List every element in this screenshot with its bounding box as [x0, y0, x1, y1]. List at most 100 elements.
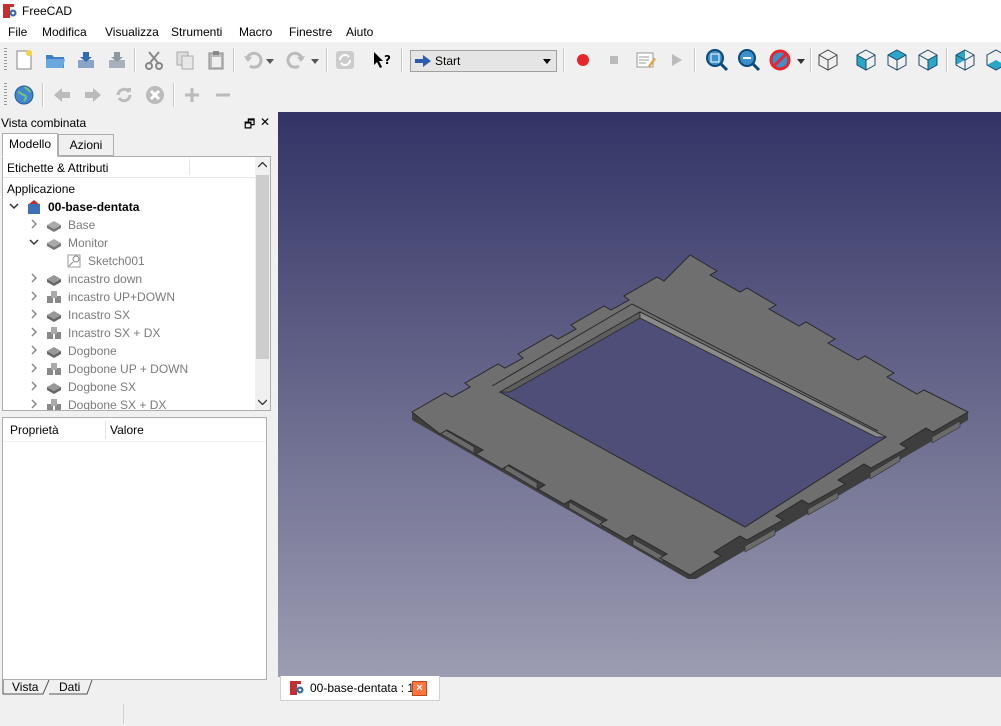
fit-all-button[interactable] [705, 48, 729, 72]
open-button[interactable] [43, 48, 67, 72]
web-stop-button[interactable] [143, 83, 167, 107]
web-back-button[interactable] [50, 83, 74, 107]
macro-run-button[interactable] [664, 48, 688, 72]
undo-button[interactable] [241, 48, 265, 72]
document-tab[interactable]: 00-base-dentata : 1 × [280, 676, 440, 701]
tab-dati[interactable]: Dati [59, 680, 80, 695]
tree-item-dogbone-sx[interactable]: Dogbone SX [3, 378, 253, 396]
view-isometric-button[interactable] [816, 48, 840, 72]
pocket-icon [47, 383, 61, 394]
web-open-button[interactable] [12, 83, 36, 107]
workbench-selected-label: Start [435, 54, 461, 68]
chevron-right-icon[interactable] [29, 362, 39, 374]
value-column-header[interactable]: Valore [110, 423, 144, 437]
whats-this-button[interactable]: ? [370, 48, 394, 72]
refresh-button[interactable] [333, 48, 357, 72]
document-icon [28, 200, 40, 214]
draw-style-button[interactable] [768, 48, 792, 72]
pattern-icon [47, 363, 61, 375]
copy-icon [176, 51, 194, 70]
zoom-in-button[interactable] [180, 83, 204, 107]
tree-item-applicazione[interactable]: Applicazione [3, 180, 253, 198]
macro-stop-button[interactable] [602, 48, 626, 72]
no-draw-style-icon [769, 49, 791, 71]
minus-icon [216, 93, 230, 97]
draw-style-dropdown-icon[interactable] [797, 59, 805, 65]
menu-modifica[interactable]: Modifica [42, 25, 87, 39]
tree-item-document[interactable]: 00-base-dentata [3, 198, 253, 216]
view-right-button[interactable] [916, 48, 940, 72]
toolbar-grip[interactable] [4, 83, 7, 107]
scroll-up-icon[interactable] [255, 157, 270, 173]
redo-button[interactable] [284, 48, 308, 72]
float-panel-icon[interactable]: 🗗 [244, 115, 255, 136]
pattern-icon [47, 399, 61, 410]
fit-selection-button[interactable] [737, 48, 761, 72]
close-panel-icon[interactable]: ✕ [260, 115, 270, 129]
tree-item-incastro-sx-dx[interactable]: Incastro SX + DX [3, 324, 253, 342]
scroll-down-icon[interactable] [255, 394, 270, 410]
scroll-thumb[interactable] [256, 175, 269, 359]
new-document-button[interactable] [12, 48, 36, 72]
view-bottom-button[interactable] [984, 48, 1001, 72]
menu-visualizza[interactable]: Visualizza [105, 25, 159, 39]
tree-header-labels[interactable]: Etichette & Attributi [7, 161, 108, 175]
pattern-icon [47, 327, 61, 339]
toolbar-grip[interactable] [4, 48, 7, 72]
chevron-right-icon[interactable] [29, 290, 39, 302]
macro-edit-button[interactable] [633, 48, 657, 72]
chevron-down-icon[interactable] [29, 236, 39, 248]
menu-aiuto[interactable]: Aiuto [346, 25, 373, 39]
tree-scrollbar[interactable] [255, 157, 270, 410]
web-refresh-button[interactable] [112, 83, 136, 107]
zoom-out-button[interactable] [211, 83, 235, 107]
menu-strumenti[interactable]: Strumenti [171, 25, 222, 39]
view-rear-button[interactable] [953, 48, 977, 72]
chevron-right-icon[interactable] [29, 308, 39, 320]
chevron-right-icon[interactable] [29, 398, 39, 410]
view-top-button[interactable] [885, 48, 909, 72]
save-button[interactable] [74, 48, 98, 72]
menu-file[interactable]: File [8, 25, 27, 39]
menu-macro[interactable]: Macro [239, 25, 272, 39]
window-title: FreeCAD [22, 4, 73, 18]
chevron-down-icon[interactable] [9, 200, 19, 212]
zoom-fit-icon [706, 49, 729, 72]
tree-item-dogbone[interactable]: Dogbone [3, 342, 253, 360]
view-front-button[interactable] [854, 48, 878, 72]
tree-item-monitor[interactable]: Monitor [3, 234, 253, 252]
chevron-right-icon[interactable] [29, 380, 39, 392]
macro-record-button[interactable] [571, 48, 595, 72]
combo-view-header: Vista combinata 🗗 ✕ [0, 113, 276, 133]
undo-dropdown-icon[interactable] [266, 59, 274, 65]
paste-button[interactable] [204, 48, 228, 72]
tab-azioni[interactable]: Azioni [58, 134, 114, 156]
copy-button[interactable] [173, 48, 197, 72]
web-forward-button[interactable] [81, 83, 105, 107]
pocket-icon [47, 275, 61, 286]
3d-viewport[interactable] [278, 112, 1001, 677]
tree-item-sketch001[interactable]: Sketch001 [3, 252, 253, 270]
chevron-right-icon[interactable] [29, 272, 39, 284]
play-icon [672, 54, 682, 66]
chevron-right-icon[interactable] [29, 218, 39, 230]
tree-item-incastro-down[interactable]: incastro down [3, 270, 253, 288]
menu-finestre[interactable]: Finestre [289, 25, 332, 39]
save-as-button[interactable] [105, 48, 129, 72]
tab-vista[interactable]: Vista [12, 680, 38, 695]
redo-dropdown-icon[interactable] [311, 59, 319, 65]
chevron-right-icon[interactable] [29, 344, 39, 356]
property-tabs: Vista Dati [2, 680, 272, 696]
tree-item-base[interactable]: Base [3, 216, 253, 234]
tree-item-dogbone-sx-dx[interactable]: Dogbone SX + DX [3, 396, 253, 410]
cut-button[interactable] [142, 48, 166, 72]
chevron-right-icon[interactable] [29, 326, 39, 338]
tree-item-dogbone-up-down[interactable]: Dogbone UP + DOWN [3, 360, 253, 378]
tree-item-incastro-up-down[interactable]: incastro UP+DOWN [3, 288, 253, 306]
save-as-icon [109, 52, 125, 68]
tree-item-incastro-sx[interactable]: Incastro SX [3, 306, 253, 324]
property-column-header[interactable]: Proprietà [10, 423, 59, 437]
tab-modello[interactable]: Modello [2, 133, 58, 157]
close-tab-icon[interactable]: × [412, 681, 427, 696]
workbench-selector[interactable]: Start [410, 50, 557, 72]
